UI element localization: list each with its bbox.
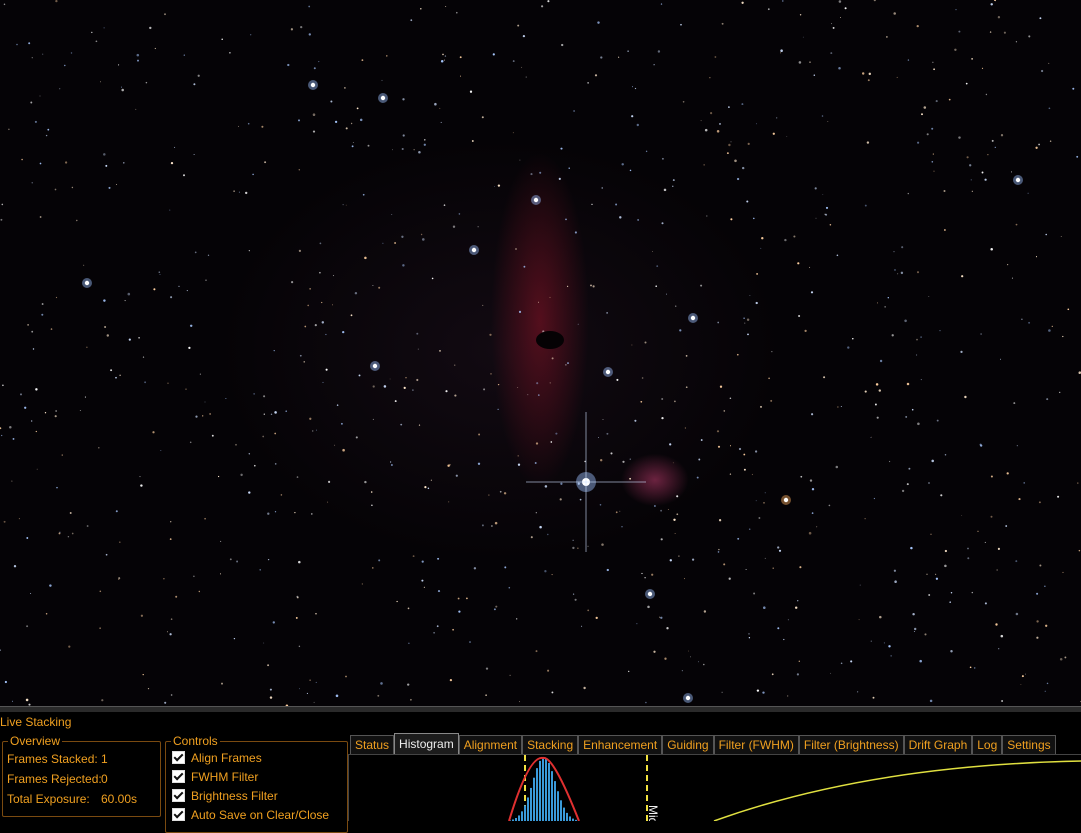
histogram-bar [569,816,571,821]
fwhm-filter-checkbox-row[interactable]: FWHM Filter [172,770,258,784]
tab-strip: Status Histogram Alignment Stacking Enhancem… [350,733,1056,755]
histogram-bar [542,757,544,821]
controls-group: Controls Align Frames FWHM Filter Bright… [165,734,348,833]
fwhm-filter-checkbox[interactable] [172,770,185,783]
brightness-filter-label: Brightness Filter [191,789,278,803]
tab-status[interactable]: Status [350,735,395,755]
overview-group: Overview Frames Stacked: 1 Frames Reject… [2,734,161,817]
total-exposure-label: Total Exposure: [7,792,90,806]
align-frames-checkbox[interactable] [172,751,185,764]
histogram-bar [548,762,550,821]
tab-guiding[interactable]: Guiding [662,735,714,755]
tab-stacking[interactable]: Stacking [522,735,579,755]
tab-filter-fwhm[interactable]: Filter (FWHM) [713,735,799,755]
live-stacking-panel: Live Stacking Overview Frames Stacked: 1… [0,712,1081,833]
auto-save-checkbox[interactable] [172,808,185,821]
tab-alignment[interactable]: Alignment [458,735,523,755]
histogram-bar [560,800,562,821]
histogram-bar [557,791,559,821]
histogram-bar [551,771,553,821]
align-frames-checkbox-row[interactable]: Align Frames [172,751,262,765]
histogram-view[interactable]: Mid [348,754,1081,821]
frames-stacked-row: Frames Stacked: 1 [7,752,108,766]
frames-rejected-value: 0 [101,772,108,786]
tab-histogram[interactable]: Histogram [394,733,459,755]
histogram-bar [545,757,547,821]
histogram-bar [518,815,520,821]
align-frames-label: Align Frames [191,751,262,765]
star-field [0,0,1081,706]
total-exposure-row: Total Exposure: 60.00s [7,792,137,806]
histogram-bar [530,787,532,821]
frames-rejected-row: Frames Rejected: 0 [7,772,108,786]
histogram-bar [524,805,526,821]
frames-stacked-value: 1 [101,752,108,766]
frames-stacked-label: Frames Stacked: [7,752,98,766]
panel-title: Live Stacking [0,715,72,729]
fwhm-filter-label: FWHM Filter [191,770,259,784]
tab-filter-brightness[interactable]: Filter (Brightness) [798,735,904,755]
histogram-bar [533,777,535,821]
mid-marker-label: Mid [646,805,660,821]
total-exposure-value: 60.00s [101,792,138,806]
histogram-bar [563,807,565,821]
brightness-filter-checkbox[interactable] [172,789,185,802]
histogram-bar [554,781,556,821]
frames-rejected-label: Frames Rejected: [7,772,102,786]
brightness-filter-checkbox-row[interactable]: Brightness Filter [172,789,278,803]
histogram-bar [536,768,538,821]
tab-settings[interactable]: Settings [1002,735,1056,755]
tab-log[interactable]: Log [972,735,1003,755]
histogram-bar [539,760,541,821]
stretch-curve [713,760,1081,821]
histogram-bar [527,797,529,821]
overview-legend: Overview [8,734,63,748]
histogram-bar [575,819,577,821]
tab-drift-graph[interactable]: Drift Graph [903,735,973,755]
astro-image-viewer[interactable] [0,0,1081,706]
controls-legend: Controls [171,734,220,748]
tab-enhancement[interactable]: Enhancement [578,735,663,755]
histogram-plot: Mid [508,755,1081,821]
